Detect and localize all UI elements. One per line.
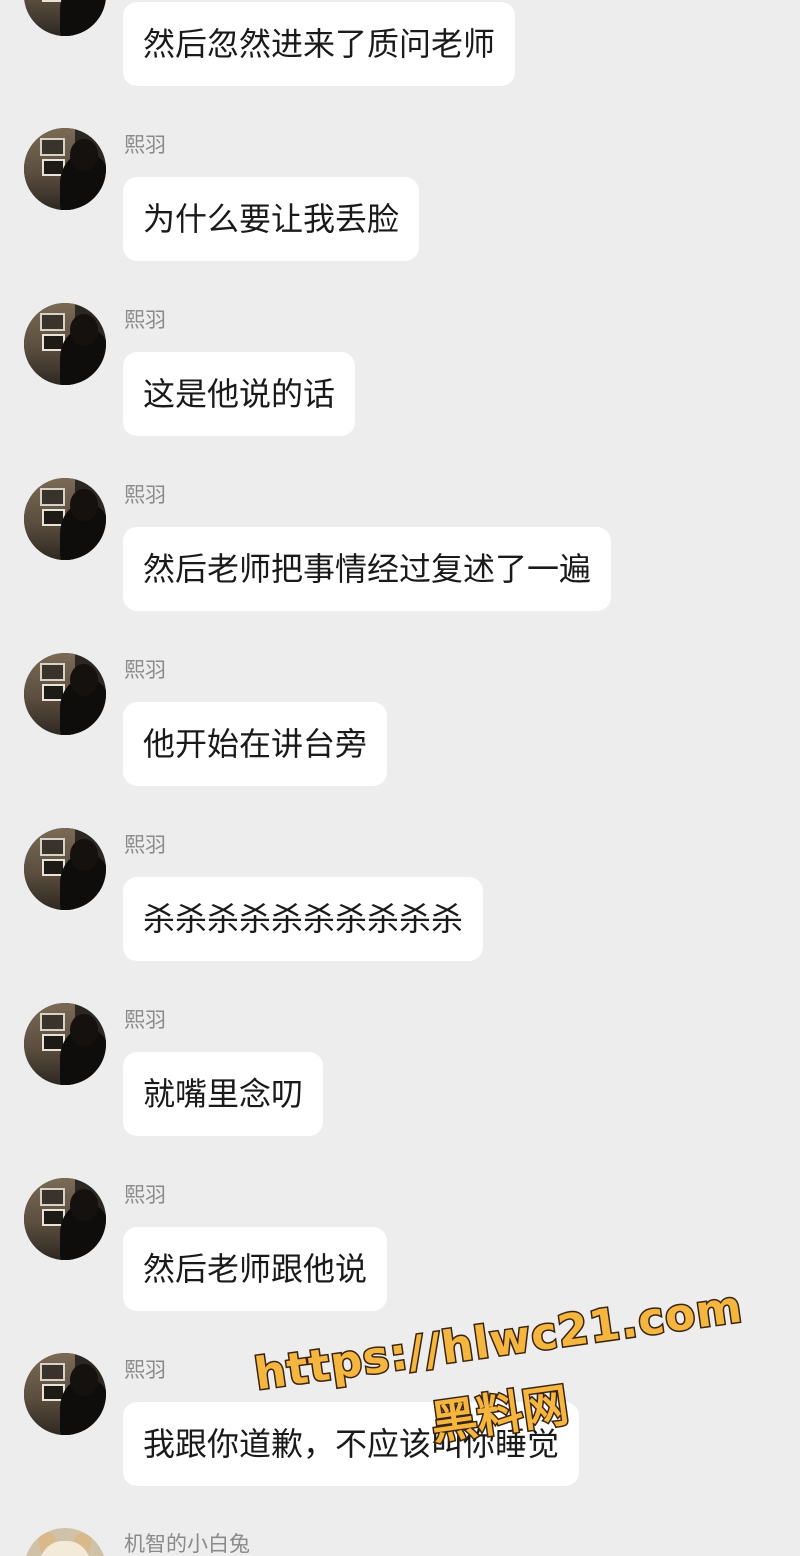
sender-name: 熙羽 xyxy=(124,1358,166,1382)
sender-avatar[interactable] xyxy=(24,1178,106,1260)
sender-avatar[interactable] xyxy=(24,0,106,36)
sender-name: 熙羽 xyxy=(124,1008,166,1032)
sender-avatar[interactable] xyxy=(24,1003,106,1085)
sender-avatar[interactable] xyxy=(24,128,106,210)
sender-name: 熙羽 xyxy=(124,308,166,332)
sender-name: 熙羽 xyxy=(124,133,166,157)
sender-avatar[interactable] xyxy=(24,653,106,735)
sender-avatar[interactable] xyxy=(24,478,106,560)
message-bubble[interactable]: 然后老师跟他说 xyxy=(123,1227,388,1311)
message-bubble[interactable]: 我跟你道歉，不应该叫你睡觉 xyxy=(123,1402,580,1486)
sender-avatar[interactable] xyxy=(24,828,106,910)
sender-name: 熙羽 xyxy=(124,483,166,507)
sender-name: 机智的小白兔 xyxy=(124,1532,250,1556)
message-bubble[interactable]: 然后忽然进来了质问老师 xyxy=(123,2,516,86)
message-bubble[interactable]: 然后老师把事情经过复述了一遍 xyxy=(123,527,612,611)
message-bubble[interactable]: 他开始在讲台旁 xyxy=(123,702,388,786)
sender-avatar[interactable] xyxy=(24,303,106,385)
chat-message-list[interactable]: 然后忽然进来了质问老师 熙羽 为什么要让我丢脸 熙羽 这是他说的话 熙羽 然后老… xyxy=(0,0,800,1556)
message-bubble[interactable]: 为什么要让我丢脸 xyxy=(123,177,420,261)
sender-avatar[interactable] xyxy=(24,1353,106,1435)
sender-name: 熙羽 xyxy=(124,1183,166,1207)
sender-name: 熙羽 xyxy=(124,658,166,682)
message-bubble[interactable]: 这是他说的话 xyxy=(123,352,356,436)
message-bubble[interactable]: 就嘴里念叨 xyxy=(123,1052,324,1136)
sender-name: 熙羽 xyxy=(124,833,166,857)
message-bubble[interactable]: 杀杀杀杀杀杀杀杀杀杀 xyxy=(123,877,484,961)
sender-avatar[interactable] xyxy=(24,1528,106,1556)
